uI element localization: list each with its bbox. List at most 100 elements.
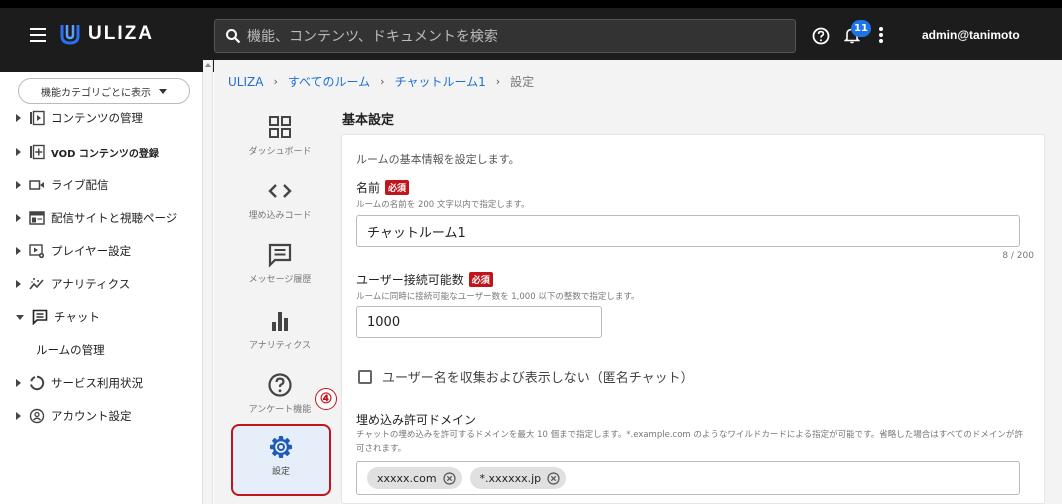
sidebar-item-analytics[interactable]: アナリティクス (16, 274, 130, 294)
notifications-button[interactable]: 11 (842, 20, 871, 48)
chevron-right-icon (16, 379, 21, 387)
anonymous-chat-label: ユーザー名を収集および表示しない（匿名チャット） (382, 371, 694, 386)
category-select[interactable]: 機能カテゴリごとに表示 (18, 78, 190, 104)
gear-icon (270, 436, 292, 458)
hamburger-menu-icon[interactable] (30, 28, 46, 42)
required-badge: 必須 (468, 272, 493, 287)
domains-field-hint: チャットの埋め込みを許可するドメインを最大 10 個まで指定します。*.exam… (356, 430, 1023, 454)
domains-input[interactable]: xxxxx.com *.xxxxxx.jp (356, 461, 1020, 495)
section-title: 基本設定 (342, 113, 395, 128)
message-icon (268, 243, 292, 268)
chevron-right-icon (16, 181, 21, 189)
settings-panel: ルームの基本情報を設定します。 名前 必須 ルームの名前を 200 文字以内で指… (341, 134, 1045, 504)
sidebar-scrollbar[interactable] (203, 60, 213, 504)
domain-chip: *.xxxxxx.jp (469, 467, 567, 489)
domain-chip: xxxxx.com (367, 467, 462, 489)
chevron-right-icon (16, 214, 21, 222)
site-page-icon (29, 211, 45, 225)
sidebar-item-label: ライブ配信 (51, 178, 109, 192)
usage-circle-icon (30, 375, 45, 391)
sidebar-item-account[interactable]: アカウント設定 (16, 406, 132, 426)
search-icon (226, 29, 241, 44)
sidebar-item-live[interactable]: ライブ配信 (16, 175, 109, 195)
max-users-input[interactable]: 1000 (356, 306, 602, 338)
brand-name: ULIZA (88, 23, 154, 44)
required-badge: 必須 (385, 180, 410, 195)
breadcrumb-all-rooms[interactable]: すべてのルーム (288, 73, 370, 90)
help-circle-icon (268, 373, 292, 397)
subnav-message-history[interactable]: メッセージ履歴 (230, 234, 330, 298)
dashboard-icon (269, 116, 291, 138)
code-icon (268, 184, 292, 198)
annotation-marker: ④ (315, 388, 337, 410)
max-users-label-text: ユーザー接続可能数 (356, 273, 464, 287)
name-label-text: 名前 (356, 181, 381, 195)
chevron-right-icon (16, 412, 21, 420)
more-menu-icon[interactable] (878, 27, 884, 45)
name-input[interactable]: チャットルーム1 (356, 215, 1020, 247)
subnav-label: メッセージ履歴 (248, 275, 312, 285)
top-stripe (0, 0, 1062, 8)
search-placeholder: 機能、コンテンツ、ドキュメントを検索 (247, 29, 498, 45)
sidebar-item-label: チャット (54, 310, 100, 324)
bar-chart-icon (272, 312, 288, 331)
domains-label-text: 埋め込み許可ドメイン (356, 413, 477, 427)
breadcrumb-home[interactable]: ULIZA (228, 75, 263, 89)
subnav-label: アナリティクス (248, 341, 311, 351)
main-content: ULIZA › すべてのルーム › チャットルーム1 › 設定 ダッシュボード … (214, 60, 1062, 504)
remove-chip-icon[interactable] (442, 471, 456, 485)
help-icon[interactable] (812, 27, 830, 45)
account-icon (29, 408, 45, 424)
sidebar-item-vod-register[interactable]: VOD コンテンツの登録 (16, 142, 159, 162)
sidebar-item-usage[interactable]: サービス利用状況 (16, 373, 143, 393)
sidebar-item-content-management[interactable]: コンテンツの管理 (16, 108, 143, 128)
settings-intro: ルームの基本情報を設定します。 (356, 153, 520, 166)
name-field-hint: ルームの名前を 200 文字以内で指定します。 (356, 200, 530, 210)
breadcrumb-separator: › (380, 75, 385, 88)
subnav-dashboard[interactable]: ダッシュボード (230, 106, 330, 170)
breadcrumb: ULIZA › すべてのルーム › チャットルーム1 › 設定 (228, 73, 534, 90)
sidebar-item-sites[interactable]: 配信サイトと視聴ページ (16, 208, 177, 228)
name-field-label: 名前 必須 (356, 179, 410, 196)
chevron-down-icon (16, 314, 24, 320)
user-account[interactable]: admin@tanimoto (922, 28, 1020, 42)
uliza-logo-icon (60, 25, 80, 45)
chat-icon (32, 309, 48, 325)
caret-down-icon (159, 88, 167, 94)
domain-chip-label: xxxxx.com (377, 471, 437, 485)
chevron-right-icon (16, 247, 21, 255)
sidebar-subitem-room-management[interactable]: ルームの管理 (36, 342, 105, 358)
sidebar-item-label: コンテンツの管理 (51, 111, 143, 125)
scroll-up-arrow-icon[interactable] (205, 63, 211, 67)
uliza-logo[interactable]: ULIZA (60, 23, 154, 45)
sidebar-item-label: サービス利用状況 (51, 376, 143, 390)
analytics-icon (29, 278, 44, 290)
name-char-counter: 8 / 200 (1002, 251, 1034, 261)
breadcrumb-room[interactable]: チャットルーム1 (395, 73, 486, 90)
sidebar-item-player[interactable]: プレイヤー設定 (16, 241, 131, 261)
add-box-icon (30, 144, 45, 160)
max-users-field-label: ユーザー接続可能数 必須 (356, 271, 493, 288)
category-select-label: 機能カテゴリごとに表示 (41, 87, 151, 99)
anonymous-chat-option[interactable]: ユーザー名を収集および表示しない（匿名チャット） (358, 367, 694, 386)
subnav-embed-code[interactable]: 埋め込みコード (230, 170, 330, 234)
anonymous-chat-checkbox[interactable] (358, 369, 372, 384)
subnav-label: ダッシュボード (248, 147, 312, 157)
room-subnav: ダッシュボード 埋め込みコード メッセージ履歴 アナリティクス アンケート機能 … (230, 96, 331, 504)
subnav-label: アンケート機能 (248, 405, 312, 415)
subnav-analytics[interactable]: アナリティクス (230, 300, 330, 364)
sidebar-item-label: アナリティクス (51, 277, 131, 291)
remove-chip-icon[interactable] (547, 471, 560, 485)
sidebar-item-label: VOD コンテンツの登録 (51, 148, 159, 160)
breadcrumb-separator: › (273, 75, 278, 88)
subnav-settings[interactable]: 設定 (231, 424, 331, 496)
sidebar-item-label: アカウント設定 (51, 409, 132, 423)
domain-chip-label: *.xxxxxx.jp (479, 471, 542, 485)
content-play-icon (30, 110, 45, 126)
sidebar-item-chat[interactable]: チャット (16, 307, 100, 327)
live-camera-icon (29, 180, 44, 190)
player-settings-icon (29, 244, 45, 259)
subnav-label: 埋め込みコード (248, 211, 312, 221)
search-input[interactable]: 機能、コンテンツ、ドキュメントを検索 (214, 19, 796, 53)
max-users-field-hint: ルームに同時に接続可能なユーザー数を 1,000 以下の整数で指定します。 (356, 292, 640, 302)
